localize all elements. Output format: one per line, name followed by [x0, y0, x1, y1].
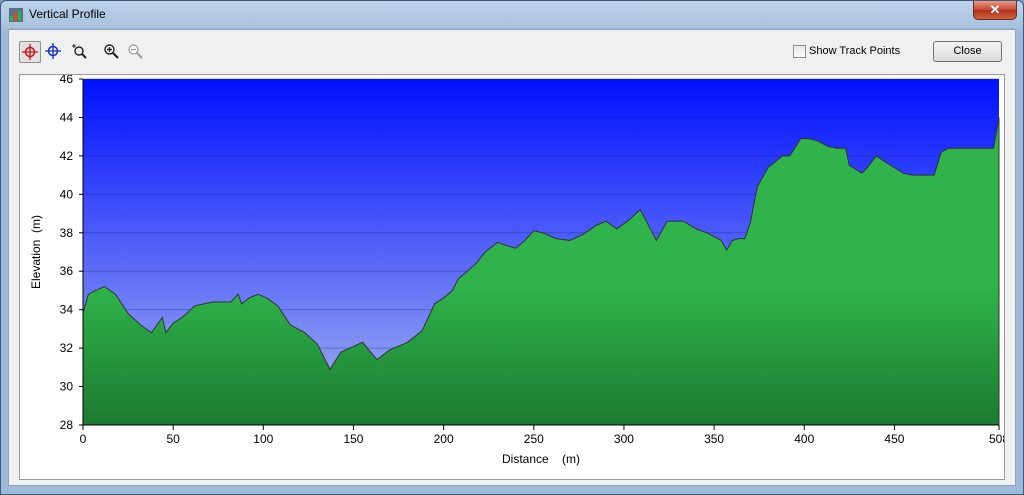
- x-tick-label: 150: [343, 432, 363, 446]
- x-tick-label: 400: [794, 432, 814, 446]
- y-tick-label: 46: [60, 75, 74, 86]
- plot-area[interactable]: 28 30 32 34 36 38 40 42 44 46 0 50 100 150 200 250 300 35…: [19, 72, 1009, 480]
- y-axis-label: Elevation (m): [29, 215, 43, 289]
- dialog-client-area: Show Track Points Close 28 30 32 34 36 3…: [8, 29, 1016, 486]
- x-tick-label: 450: [884, 432, 904, 446]
- zoom-in-tool[interactable]: [101, 41, 123, 63]
- vertical-profile-window: Vertical Profile ✕ Show Track Points Clo…: [0, 0, 1024, 495]
- x-tick-label: 200: [434, 432, 454, 446]
- window-close-button[interactable]: ✕: [973, 1, 1017, 20]
- x-axis-label: Distance (m): [502, 452, 580, 466]
- zoom-in-icon: [104, 44, 119, 59]
- show-track-points-label[interactable]: Show Track Points: [809, 45, 900, 57]
- y-tick-label: 44: [60, 110, 74, 124]
- x-tick-label: 50: [166, 432, 180, 446]
- vertical-profile-app-icon: [9, 8, 23, 22]
- x-tick-label: 100: [253, 432, 273, 446]
- zoom-out-tool[interactable]: [125, 41, 147, 63]
- zoom-out-icon: [128, 44, 143, 59]
- x-tick-label: 350: [704, 432, 724, 446]
- crosshair-tool[interactable]: [43, 41, 65, 63]
- x-tick-label: 508: [989, 432, 1004, 446]
- y-tick-label: 42: [60, 149, 74, 163]
- y-tick-label: 34: [60, 303, 74, 317]
- close-button[interactable]: Close: [933, 41, 1002, 62]
- show-track-points-checkbox[interactable]: [793, 45, 806, 58]
- y-tick-label: 38: [60, 226, 74, 240]
- crosshair-blue-icon: [45, 43, 61, 59]
- zoom-box-tool[interactable]: [69, 41, 91, 63]
- x-tick-label: 0: [80, 432, 87, 446]
- zoom-box-icon: [72, 44, 87, 59]
- y-tick-label: 30: [60, 380, 74, 394]
- y-tick-label: 32: [60, 341, 74, 355]
- close-icon: ✕: [989, 2, 1001, 17]
- y-tick-label: 36: [60, 264, 74, 278]
- profile-toolbar: Show Track Points Close: [9, 30, 1015, 74]
- title-bar[interactable]: Vertical Profile ✕: [1, 1, 1023, 29]
- vertical-profile-chart[interactable]: 28 30 32 34 36 38 40 42 44 46 0 50 100 150 200 250 300 35…: [20, 72, 1009, 479]
- x-tick-label: 300: [614, 432, 634, 446]
- crosshair-red-icon: [22, 44, 38, 60]
- y-tick-label: 28: [60, 418, 74, 432]
- y-tick-label: 40: [60, 187, 74, 201]
- x-tick-label: 250: [524, 432, 544, 446]
- window-title: Vertical Profile: [29, 7, 106, 21]
- crosshair-select-tool[interactable]: [19, 41, 41, 63]
